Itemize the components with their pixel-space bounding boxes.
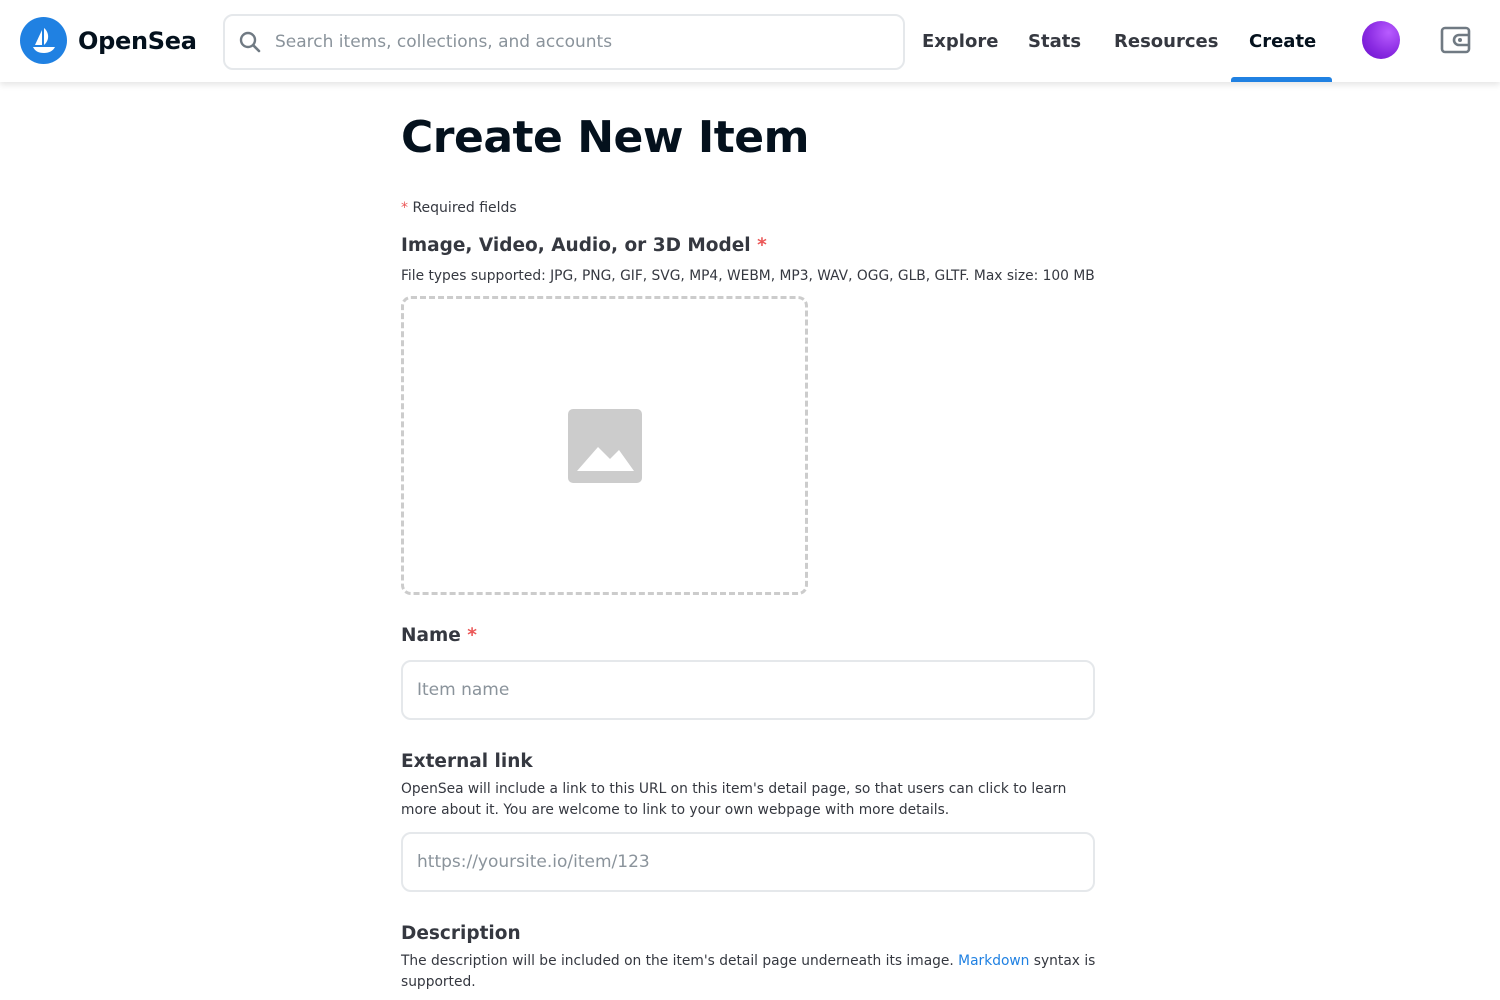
description-label: Description [401,923,521,944]
wallet-icon[interactable] [1440,24,1472,56]
opensea-wordmark: OpenSea [78,26,197,55]
opensea-logo-icon [20,17,67,64]
external-link-label: External link [401,751,533,772]
media-label: Image, Video, Audio, or 3D Model * [401,235,767,256]
active-tab-indicator [1231,77,1332,82]
opensea-logo[interactable]: OpenSea [20,17,197,64]
avatar[interactable] [1362,21,1400,59]
description-help-text: The description will be included on the … [401,951,1101,993]
nav-stats[interactable]: Stats [1028,0,1081,82]
required-fields-text: Required fields [412,200,517,216]
nav-resources[interactable]: Resources [1114,0,1218,82]
media-file-types: File types supported: JPG, PNG, GIF, SVG… [401,268,1095,284]
nav-explore[interactable]: Explore [922,0,998,82]
name-label-text: Name [401,625,461,646]
nav-create[interactable]: Create [1249,0,1316,82]
page-title: Create New Item [401,112,809,163]
external-link-input[interactable] [401,832,1095,892]
external-link-description: OpenSea will include a link to this URL … [401,781,1067,818]
name-label: Name * [401,625,477,646]
search-icon [237,29,263,55]
top-navigation-bar: OpenSea Explore Stats Resources Create [0,0,1500,82]
description-help-text-start: The description will be included on the … [401,953,959,969]
search-bar[interactable] [223,14,905,70]
required-asterisk: * [401,200,408,216]
search-input[interactable] [275,32,875,52]
image-placeholder-icon [567,408,642,483]
markdown-link[interactable]: Markdown [958,953,1029,969]
media-upload-dropzone[interactable] [401,296,808,595]
name-required-mark: * [467,625,477,646]
media-label-text: Image, Video, Audio, or 3D Model [401,235,751,256]
required-fields-note: * Required fields [401,200,517,216]
item-name-input[interactable] [401,660,1095,720]
media-required-mark: * [757,235,767,256]
